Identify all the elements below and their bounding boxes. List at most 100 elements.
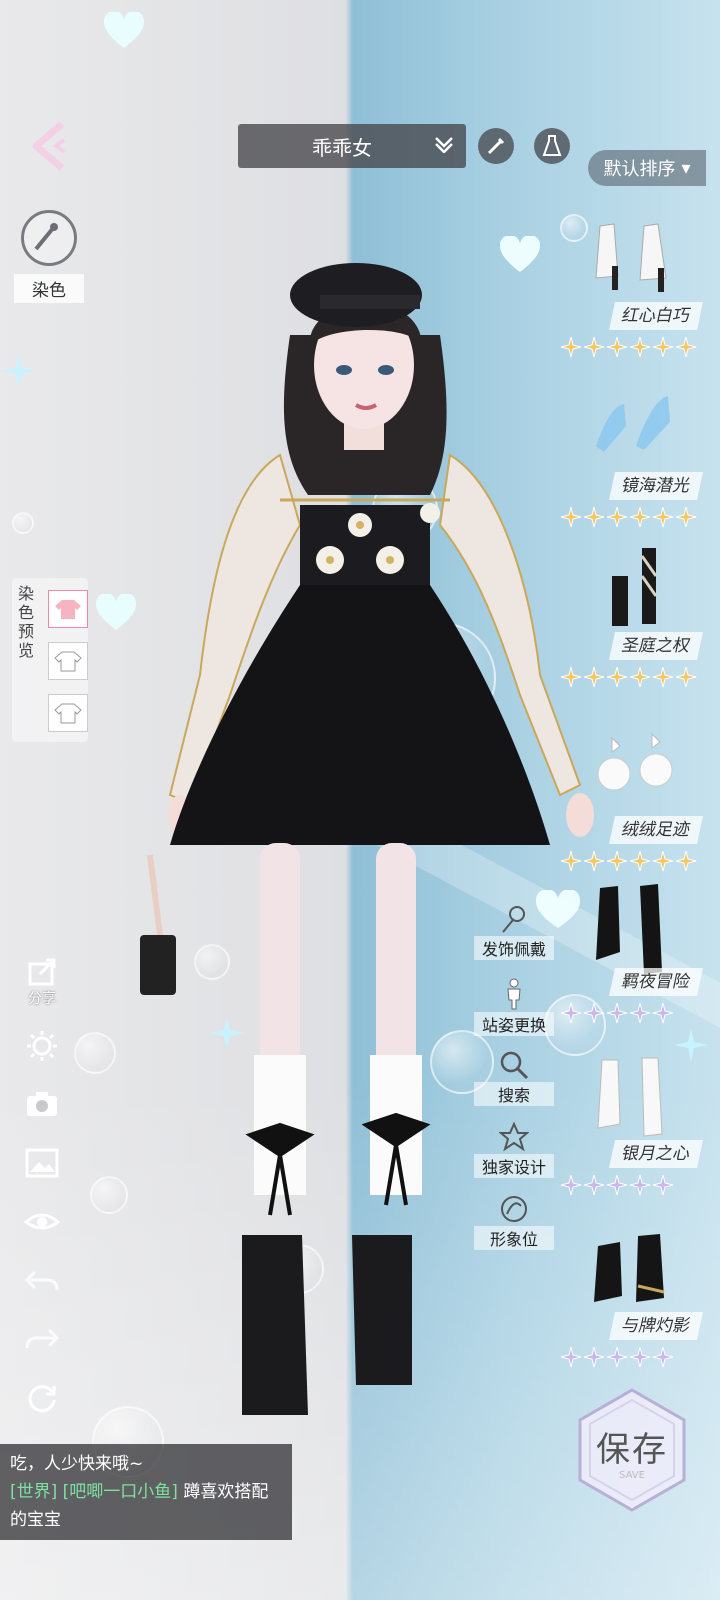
white-lace-boot-icon bbox=[597, 1057, 663, 1137]
refresh-icon bbox=[28, 1385, 56, 1413]
star-icon bbox=[629, 1346, 651, 1368]
redo-button[interactable] bbox=[22, 1326, 62, 1352]
star-rating bbox=[560, 1174, 700, 1200]
undo-icon bbox=[25, 1270, 59, 1291]
exclusive-design-button[interactable]: 独家设计 bbox=[474, 1122, 554, 1178]
list-item[interactable]: 绒绒足迹 bbox=[556, 730, 706, 900]
sort-label: 默认排序 bbox=[603, 159, 676, 180]
brightness-button[interactable] bbox=[22, 1030, 62, 1062]
search-icon bbox=[500, 1051, 529, 1080]
star-icon bbox=[652, 850, 674, 872]
fluffy-white-shoe-icon bbox=[597, 732, 673, 791]
star-rating bbox=[560, 506, 700, 532]
item-name: 圣庭之权 bbox=[609, 632, 703, 660]
star-icon bbox=[652, 336, 674, 358]
triangle-down-icon: ▾ bbox=[681, 157, 691, 179]
star-icon bbox=[629, 506, 651, 528]
share-button[interactable]: 分享 bbox=[22, 958, 62, 1008]
star-rating bbox=[560, 1346, 700, 1372]
makeup-brush-button[interactable] bbox=[478, 128, 514, 164]
visibility-button[interactable] bbox=[22, 1208, 62, 1234]
list-item[interactable]: 与牌灼影 bbox=[556, 1226, 706, 1396]
dye-button[interactable]: 染色 bbox=[14, 210, 84, 303]
dress-icon bbox=[542, 135, 562, 156]
star-icon bbox=[629, 1002, 651, 1024]
star-icon bbox=[606, 1174, 628, 1196]
back-arrow-icon[interactable] bbox=[26, 118, 76, 174]
item-name: 羁夜冒险 bbox=[609, 968, 703, 996]
item-name: 镜海潜光 bbox=[609, 472, 703, 500]
avatar-slot-label: 形象位 bbox=[474, 1226, 554, 1250]
star-icon bbox=[675, 666, 697, 688]
hair-accessory-button[interactable]: 发饰佩戴 bbox=[474, 904, 554, 960]
star-rating bbox=[560, 336, 700, 362]
chat-box[interactable]: 吃，人少快来哦~ [世界] [吧唧一口小鱼] 蹲喜欢搭配的宝宝 bbox=[0, 1444, 292, 1540]
star-icon bbox=[583, 1002, 605, 1024]
star-icon bbox=[606, 1002, 628, 1024]
list-item[interactable]: 镜海潜光 bbox=[556, 386, 706, 556]
share-label: 分享 bbox=[28, 991, 56, 1007]
sun-icon bbox=[27, 1031, 57, 1061]
star-icon bbox=[675, 336, 697, 358]
star-icon bbox=[606, 506, 628, 528]
dye-swatch-1[interactable] bbox=[48, 590, 88, 628]
star-icon bbox=[629, 666, 651, 688]
star-icon bbox=[652, 1002, 674, 1024]
list-item[interactable]: 银月之心 bbox=[556, 1054, 706, 1224]
character-model[interactable] bbox=[130, 255, 610, 1455]
star-icon bbox=[583, 666, 605, 688]
flower-pin-icon bbox=[502, 906, 525, 933]
list-item[interactable]: 红心白巧 bbox=[556, 216, 706, 386]
dye-preview-panel: 染色预览 bbox=[12, 578, 88, 742]
item-name: 与牌灼影 bbox=[609, 1312, 703, 1340]
brush-icon bbox=[487, 137, 505, 155]
dress-button[interactable] bbox=[534, 128, 570, 164]
item-name: 红心白巧 bbox=[609, 302, 703, 330]
star-icon bbox=[652, 1174, 674, 1196]
star-outline-icon bbox=[499, 1122, 529, 1152]
heart-icon bbox=[104, 12, 144, 48]
sort-dropdown[interactable]: 默认排序 ▾ bbox=[588, 150, 706, 186]
star-icon bbox=[652, 666, 674, 688]
sparkle-icon bbox=[2, 354, 36, 388]
star-icon bbox=[560, 1002, 582, 1024]
search-button[interactable]: 搜索 bbox=[474, 1050, 554, 1106]
tall-black-boot-icon bbox=[612, 548, 658, 626]
dye-swatch-2[interactable] bbox=[48, 642, 88, 680]
list-item[interactable]: 圣庭之权 bbox=[556, 546, 706, 716]
star-icon bbox=[560, 850, 582, 872]
pose-label: 站姿更换 bbox=[474, 1012, 554, 1036]
glass-heel-shoe-icon bbox=[596, 396, 670, 452]
star-icon bbox=[560, 666, 582, 688]
bubble bbox=[74, 1032, 116, 1074]
bubble bbox=[12, 512, 34, 534]
camera-icon bbox=[27, 1092, 57, 1116]
list-item[interactable]: 羁夜冒险 bbox=[556, 882, 706, 1052]
star-icon bbox=[583, 1346, 605, 1368]
white-heel-shoe-icon bbox=[595, 223, 667, 292]
reset-button[interactable] bbox=[22, 1382, 62, 1414]
hair-accessory-label: 发饰佩戴 bbox=[474, 936, 554, 960]
star-rating bbox=[560, 666, 700, 692]
search-label: 搜索 bbox=[474, 1082, 554, 1106]
outfit-selector[interactable]: 乖乖女 bbox=[238, 124, 466, 168]
star-icon bbox=[583, 1174, 605, 1196]
star-rating bbox=[560, 1002, 700, 1028]
shirt-icon bbox=[55, 600, 81, 619]
save-button[interactable]: 保存 SAVE bbox=[572, 1386, 692, 1514]
avatar-slot-button[interactable]: 形象位 bbox=[474, 1194, 554, 1250]
star-rating bbox=[560, 850, 700, 876]
star-icon bbox=[652, 1346, 674, 1368]
chat-line: [世界] [吧唧一口小鱼] 蹲喜欢搭配的宝宝 bbox=[10, 1478, 282, 1534]
undo-button[interactable] bbox=[22, 1268, 62, 1294]
image-icon bbox=[25, 1148, 59, 1178]
pose-button[interactable]: 站姿更换 bbox=[474, 978, 554, 1036]
dye-label: 染色 bbox=[14, 274, 84, 303]
star-icon bbox=[606, 666, 628, 688]
star-icon bbox=[629, 336, 651, 358]
camera-button[interactable] bbox=[22, 1090, 62, 1118]
share-icon bbox=[28, 958, 56, 986]
gallery-button[interactable] bbox=[22, 1148, 62, 1178]
star-icon bbox=[560, 1346, 582, 1368]
dye-swatch-3[interactable] bbox=[48, 694, 88, 732]
